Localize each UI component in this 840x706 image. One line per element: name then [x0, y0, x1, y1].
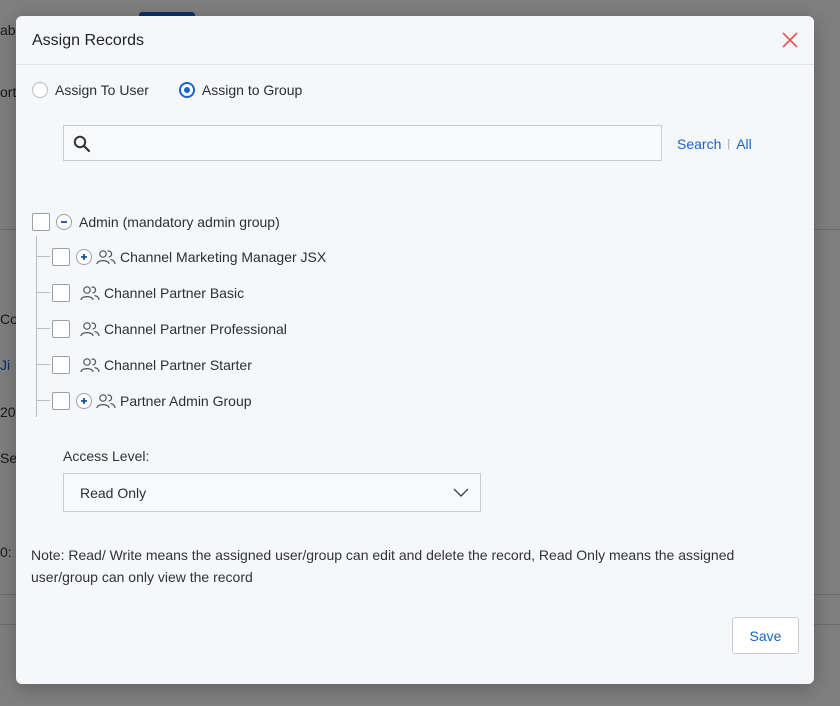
assign-to-group-radio[interactable] [178, 82, 195, 98]
plus-icon [81, 254, 87, 260]
group-icon [80, 357, 100, 373]
expand-toggle[interactable] [76, 393, 92, 409]
tree-node-label: Admin (mandatory admin group) [79, 214, 280, 230]
tree-connector [36, 364, 50, 365]
search-icon [73, 135, 91, 153]
assign-to-user-option[interactable]: Assign To User [32, 82, 149, 98]
collapse-toggle[interactable] [56, 214, 72, 230]
dialog-header: Assign Records [16, 16, 814, 65]
access-level-label: Access Level: [63, 448, 150, 464]
dialog-title: Assign Records [32, 32, 145, 49]
assign-records-dialog: Assign Records Assign To User Assign to … [16, 16, 814, 684]
search-field[interactable] [63, 125, 662, 162]
group-checkbox[interactable] [52, 320, 70, 338]
assign-to-group-label: Assign to Group [201, 82, 303, 98]
assign-to-user-radio[interactable] [32, 82, 48, 98]
tree-node-label: Channel Partner Starter [104, 357, 252, 373]
tree-node-admin: Admin (mandatory admin group) [32, 213, 280, 231]
plus-icon [81, 398, 87, 404]
tree-node-label: Channel Partner Basic [104, 285, 245, 301]
link-separator: | [727, 138, 731, 150]
group-icon [80, 285, 100, 301]
tree-connector [36, 236, 37, 417]
expand-toggle[interactable] [76, 249, 92, 265]
search-link[interactable]: Search [677, 136, 721, 152]
tree-node-label: Channel Partner Professional [104, 321, 287, 337]
chevron-down-icon [453, 488, 469, 497]
tree-connector [36, 328, 50, 329]
tree-node-channel-partner-basic: Channel Partner Basic [52, 284, 244, 302]
group-icon [80, 321, 100, 337]
tree-node-channel-partner-starter: Channel Partner Starter [52, 356, 252, 374]
group-checkbox[interactable] [52, 248, 70, 266]
tree-node-channel-partner-professional: Channel Partner Professional [52, 320, 287, 338]
assign-to-group-option[interactable]: Assign to Group [178, 82, 303, 98]
save-button[interactable]: Save [732, 617, 799, 654]
close-icon [782, 32, 798, 48]
all-link[interactable]: All [736, 136, 752, 152]
access-level-value: Read Only [80, 485, 147, 501]
tree-node-channel-marketing-manager: Channel Marketing Manager JSX [52, 248, 326, 266]
group-checkbox[interactable] [52, 284, 70, 302]
admin-checkbox[interactable] [32, 213, 50, 231]
minus-icon [61, 221, 67, 223]
access-level-select[interactable]: Read Only [63, 473, 481, 512]
access-level-note: Note: Read/ Write means the assigned use… [31, 547, 735, 585]
group-icon [96, 393, 116, 409]
assign-type-radio-group: Assign To User Assign to Group [32, 82, 332, 98]
group-checkbox[interactable] [52, 392, 70, 410]
assign-to-user-label: Assign To User [55, 82, 149, 98]
search-links: Search | All [677, 136, 752, 152]
group-icon [96, 249, 116, 265]
tree-node-label: Partner Admin Group [120, 393, 252, 409]
tree-node-partner-admin-group: Partner Admin Group [52, 392, 252, 410]
tree-connector [36, 256, 50, 257]
tree-connector [36, 292, 50, 293]
group-checkbox[interactable] [52, 356, 70, 374]
search-input[interactable] [98, 126, 657, 162]
close-button[interactable] [780, 30, 800, 50]
tree-node-label: Channel Marketing Manager JSX [120, 249, 327, 265]
tree-connector [36, 400, 50, 401]
